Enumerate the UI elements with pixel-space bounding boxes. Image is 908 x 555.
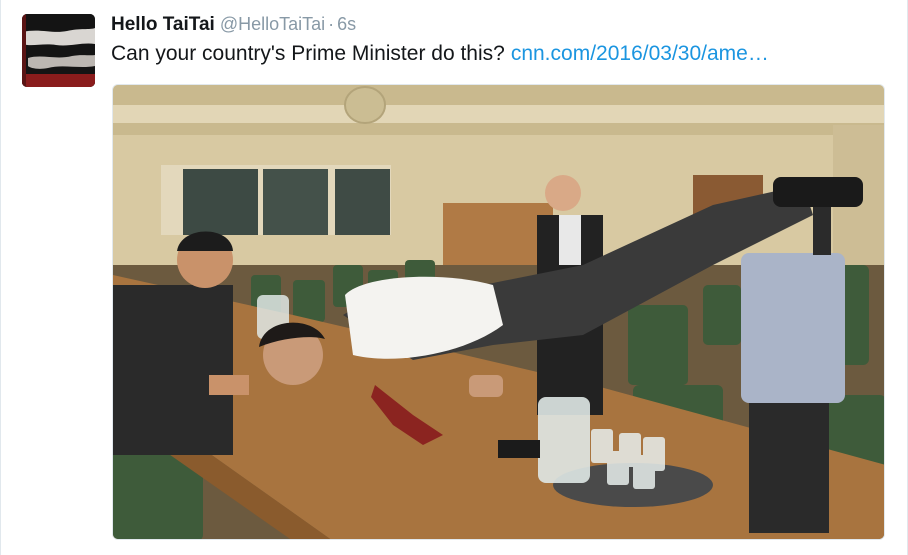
user-handle[interactable]: @HelloTaiTai xyxy=(220,14,325,34)
tweet-body: Can your country's Prime Minister do thi… xyxy=(111,42,505,65)
display-name[interactable]: Hello TaiTai xyxy=(111,14,215,35)
tweet-header: Hello TaiTai @HelloTaiTai · 6s xyxy=(111,12,356,36)
avatar[interactable] xyxy=(22,14,95,87)
photo-illustration xyxy=(113,85,884,539)
tweet-text: Can your country's Prime Minister do thi… xyxy=(111,41,769,67)
tweet-link[interactable]: cnn.com/2016/03/30/ame… xyxy=(511,42,769,65)
timestamp[interactable]: 6s xyxy=(337,14,356,34)
separator-dot: · xyxy=(328,14,335,34)
tweet-photo[interactable] xyxy=(112,84,885,540)
tweet-card: Hello TaiTai @HelloTaiTai · 6s Can your cou… xyxy=(0,0,908,555)
